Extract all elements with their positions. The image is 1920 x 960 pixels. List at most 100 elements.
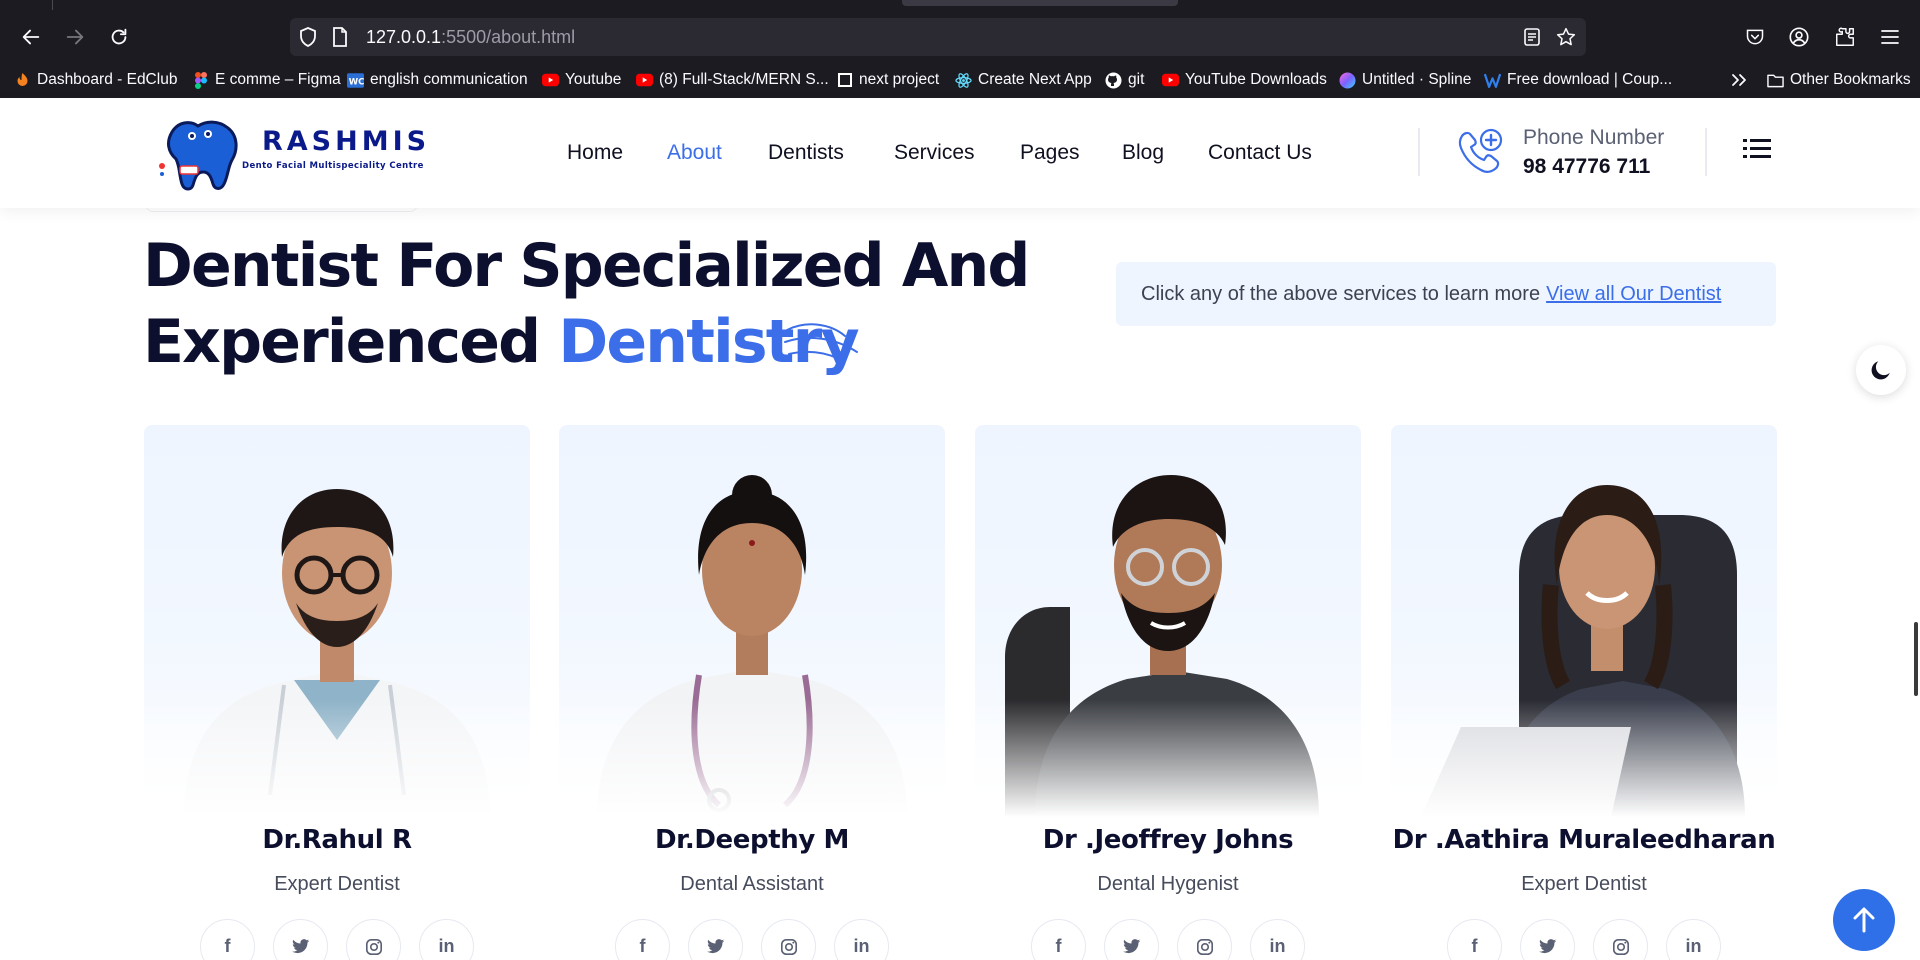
- bookmark-label: Untitled · Spline: [1362, 71, 1472, 88]
- dentist-card[interactable]: Dr.Rahul R Expert Dentist f in: [144, 425, 530, 960]
- dentist-card[interactable]: Dr .Jeoffrey Johns Dental Hygenist f in: [975, 425, 1361, 960]
- linkedin-icon[interactable]: in: [419, 919, 474, 960]
- nav-blog[interactable]: Blog: [1122, 141, 1164, 165]
- bookmark-label: english communication: [370, 71, 528, 88]
- instagram-icon[interactable]: [1177, 919, 1232, 960]
- forward-arrow-icon[interactable]: [60, 22, 90, 52]
- bookmark-item[interactable]: YouTube Downloads: [1162, 68, 1327, 92]
- wc-icon: WC: [347, 72, 364, 89]
- bookmark-item[interactable]: (8) Full-Stack/MERN S...: [636, 68, 829, 92]
- bookmark-star-icon[interactable]: [1556, 27, 1576, 47]
- view-all-dentists-link[interactable]: View all Our Dentist: [1546, 283, 1721, 306]
- swoosh-decoration-icon: [784, 323, 858, 359]
- nav-home[interactable]: Home: [567, 141, 623, 165]
- bookmark-item[interactable]: WC english communication: [347, 68, 528, 92]
- dentist-photo: [144, 425, 530, 817]
- bookmark-item[interactable]: E comme – Figma: [192, 68, 341, 92]
- url-bar[interactable]: 127.0.0.1:5500/about.html: [290, 18, 1586, 56]
- folder-icon: [1767, 72, 1784, 89]
- app-menu-icon[interactable]: [1875, 22, 1905, 52]
- bookmark-item[interactable]: Create Next App: [955, 68, 1092, 92]
- dentist-role: Dental Hygenist: [1097, 873, 1239, 895]
- bookmark-label: git: [1128, 71, 1145, 88]
- bookmark-item[interactable]: Untitled · Spline: [1339, 68, 1471, 92]
- tooth-mascot-icon: [159, 120, 238, 191]
- facebook-icon[interactable]: f: [1031, 919, 1086, 960]
- page-icon[interactable]: [330, 27, 350, 47]
- dentist-card[interactable]: Dr.Deepthy M Dental Assistant f in: [559, 425, 945, 960]
- linkedin-icon[interactable]: in: [1666, 919, 1721, 960]
- pocket-icon[interactable]: [1740, 22, 1770, 52]
- bookmark-label: Dashboard - EdClub: [37, 71, 178, 88]
- url-host: 127.0.0.1: [366, 27, 442, 47]
- url-text[interactable]: 127.0.0.1:5500/about.html: [366, 27, 575, 48]
- header-divider: [1705, 128, 1707, 176]
- dentist-card[interactable]: Dr .Aathira Muraleedharan Expert Dentist…: [1391, 425, 1777, 960]
- youtube-icon: [636, 72, 653, 89]
- bookmarks-overflow-chevron-icon[interactable]: [1730, 68, 1748, 92]
- logo[interactable]: RASHMIS Dento Facial Multispeciality Cen…: [150, 114, 430, 194]
- phone-number[interactable]: 98 47776 711: [1523, 155, 1650, 179]
- youtube-icon: [1162, 72, 1179, 89]
- nav-pages[interactable]: Pages: [1020, 141, 1080, 165]
- instagram-icon[interactable]: [1593, 919, 1648, 960]
- page-scrollbar-thumb[interactable]: [1914, 622, 1918, 696]
- page-title: Dentist For Specialized And Experienced …: [143, 228, 1030, 380]
- facebook-icon[interactable]: f: [615, 919, 670, 960]
- phone-call-icon: [1456, 126, 1506, 178]
- active-tab-indicator[interactable]: [902, 0, 1178, 6]
- back-arrow-icon[interactable]: [16, 22, 46, 52]
- tab-edge: [52, 0, 53, 10]
- bookmark-label: Free download | Coup...: [1507, 71, 1673, 88]
- bookmark-label: next project: [859, 71, 940, 88]
- logo-subtitle: Dento Facial Multispeciality Centre: [242, 161, 424, 171]
- other-bookmarks-label: Other Bookmarks: [1790, 71, 1911, 88]
- bookmark-label: YouTube Downloads: [1185, 71, 1327, 88]
- facebook-icon[interactable]: f: [200, 919, 255, 960]
- nav-about[interactable]: About: [667, 141, 722, 165]
- dentist-photo: [559, 425, 945, 817]
- facebook-icon[interactable]: f: [1447, 919, 1502, 960]
- linkedin-icon[interactable]: in: [1250, 919, 1305, 960]
- linkedin-icon[interactable]: in: [834, 919, 889, 960]
- nav-contact-us[interactable]: Contact Us: [1208, 141, 1312, 165]
- bookmark-item[interactable]: Dashboard - EdClub: [14, 68, 177, 92]
- reader-view-icon[interactable]: [1522, 27, 1542, 47]
- social-links: f in: [559, 919, 945, 960]
- moon-icon: [1871, 361, 1890, 380]
- reload-icon[interactable]: [104, 22, 134, 52]
- other-bookmarks[interactable]: Other Bookmarks: [1767, 68, 1911, 92]
- social-links: f in: [144, 919, 530, 960]
- url-path: :5500/about.html: [441, 27, 576, 47]
- bookmark-label: Create Next App: [978, 71, 1092, 88]
- shield-icon[interactable]: [298, 27, 318, 47]
- bookmark-label: Youtube: [565, 71, 622, 88]
- dark-mode-toggle[interactable]: [1856, 345, 1906, 395]
- react-icon: [955, 72, 972, 89]
- dentist-name: Dr.Deepthy M: [654, 825, 850, 855]
- nav-dentists[interactable]: Dentists: [768, 141, 844, 165]
- bookmark-item[interactable]: Free download | Coup...: [1484, 68, 1672, 92]
- scroll-to-top-button[interactable]: [1833, 889, 1895, 951]
- social-links: f in: [1391, 919, 1777, 960]
- extensions-icon[interactable]: [1830, 22, 1860, 52]
- dentist-photo: [1391, 425, 1777, 817]
- info-text: Click any of the above services to learn…: [1141, 282, 1541, 305]
- nav-services[interactable]: Services: [894, 141, 975, 165]
- twitter-icon[interactable]: [1104, 919, 1159, 960]
- bookmark-item[interactable]: Youtube: [542, 68, 621, 92]
- bookmark-item[interactable]: git: [1105, 68, 1144, 92]
- twitter-icon[interactable]: [273, 919, 328, 960]
- twitter-icon[interactable]: [688, 919, 743, 960]
- bookmark-label: E comme – Figma: [215, 71, 341, 88]
- twitter-icon[interactable]: [1520, 919, 1575, 960]
- instagram-icon[interactable]: [761, 919, 816, 960]
- hamburger-menu-icon[interactable]: [1743, 136, 1771, 162]
- bookmark-item[interactable]: next project: [836, 68, 939, 92]
- headline-line-2: Experienced: [143, 307, 541, 377]
- spline-icon: [1339, 72, 1356, 89]
- dentist-photo: [975, 425, 1361, 817]
- svg-text:WC: WC: [349, 77, 364, 87]
- instagram-icon[interactable]: [346, 919, 401, 960]
- account-icon[interactable]: [1784, 22, 1814, 52]
